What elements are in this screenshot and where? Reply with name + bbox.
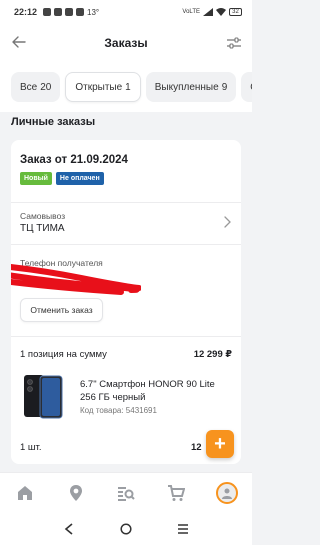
- pickup-row[interactable]: Самовывоз ТЦ ТИМА: [11, 202, 241, 244]
- pickup-label: Самовывоз: [20, 211, 66, 221]
- nav-cart[interactable]: [164, 481, 188, 505]
- temperature-text: 13°: [87, 7, 100, 17]
- add-button[interactable]: +: [206, 430, 234, 458]
- tab-purchased[interactable]: Выкупленные 9: [145, 72, 237, 102]
- volte-text: VoLTE: [182, 9, 200, 15]
- pickup-value: ТЦ ТИМА: [20, 223, 65, 234]
- system-menu-button[interactable]: [175, 521, 191, 537]
- section-title: Личные заказы: [11, 116, 96, 128]
- product-quantity: 1 шт.: [20, 442, 42, 453]
- menu-lines-icon: [178, 523, 189, 534]
- tab-label: Все: [20, 81, 38, 93]
- tab-label: Выкупленные: [154, 81, 219, 93]
- order-filter-tabs: Все 20 Открытые 1 Выкупленные 9 О: [0, 62, 252, 112]
- order-summary-label: 1 позиция на сумму: [20, 349, 107, 360]
- status-bar: 22:12 13° VoLTE 32: [0, 0, 252, 24]
- battery-level: 32: [232, 9, 239, 15]
- signal-icon: [203, 8, 213, 16]
- tab-open[interactable]: Открытые 1: [65, 72, 141, 102]
- system-back-button[interactable]: [61, 521, 77, 537]
- tab-label: Открытые: [75, 81, 123, 93]
- bottom-navigation: [0, 472, 252, 512]
- profile-avatar-icon: [215, 481, 238, 504]
- order-title: Заказ от 21.09.2024: [20, 154, 128, 166]
- notification-icon: [43, 8, 52, 16]
- app-header: Заказы: [0, 24, 252, 62]
- product-price: 12: [191, 442, 202, 453]
- notification-icon: [65, 8, 74, 16]
- cart-icon: [168, 484, 186, 501]
- arrow-left-icon[interactable]: [11, 34, 27, 50]
- cancel-order-button[interactable]: Отменить заказ: [20, 298, 103, 322]
- tab-count: 1: [125, 81, 131, 93]
- page-title: Заказы: [104, 36, 148, 50]
- home-circle-icon: [120, 522, 132, 535]
- sliders-icon[interactable]: [226, 35, 242, 51]
- tab-count: 9: [221, 81, 228, 93]
- order-summary-value: 12 299 ₽: [193, 349, 232, 360]
- nav-home[interactable]: [13, 481, 37, 505]
- divider: [11, 336, 241, 337]
- product-code: Код товара: 5431691: [80, 406, 157, 415]
- tab-label: О: [250, 82, 252, 93]
- tab-count: 20: [40, 81, 52, 93]
- status-badge-unpaid: Не оплачен: [55, 172, 104, 185]
- product-name[interactable]: 6.7" Смартфон HONOR 90 Lite 256 ГБ черны…: [80, 378, 232, 404]
- divider: [11, 244, 241, 245]
- home-icon: [18, 485, 33, 500]
- location-pin-icon: [69, 484, 82, 501]
- nav-stores[interactable]: [64, 481, 88, 505]
- wifi-icon: [216, 8, 226, 16]
- status-time: 22:12: [14, 7, 38, 17]
- notification-icon: [76, 8, 85, 16]
- order-card: Заказ от 21.09.2024 Новый Не оплачен Сам…: [11, 140, 241, 464]
- nav-catalog[interactable]: [114, 481, 138, 505]
- product-image[interactable]: [20, 373, 68, 421]
- battery-icon: 32: [229, 8, 242, 16]
- status-badge-new: Новый: [20, 172, 52, 185]
- notification-icon: [54, 8, 63, 16]
- tab-other[interactable]: О: [241, 72, 252, 102]
- tab-all[interactable]: Все 20: [11, 72, 61, 102]
- order-badges: Новый Не оплачен: [20, 172, 104, 185]
- nav-profile[interactable]: [215, 481, 239, 505]
- system-navigation-bar: [0, 512, 252, 545]
- back-triangle-icon: [64, 522, 73, 535]
- chevron-right-icon: [224, 216, 231, 228]
- system-home-button[interactable]: [118, 521, 134, 537]
- catalog-search-icon: [117, 486, 135, 501]
- redaction-scribble: [11, 264, 141, 295]
